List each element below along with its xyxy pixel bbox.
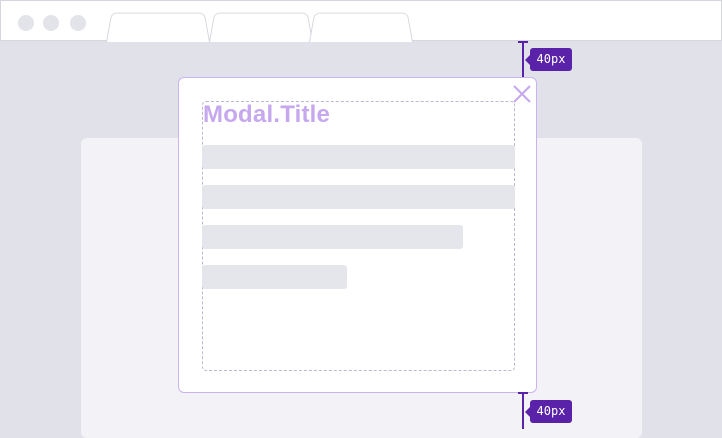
browser-tab-1[interactable] (106, 12, 210, 42)
window-close-dot-icon[interactable] (18, 15, 34, 31)
skeleton-text-line (202, 185, 515, 209)
window-minimize-dot-icon[interactable] (43, 15, 59, 31)
browser-tab-2[interactable] (209, 12, 313, 42)
close-icon[interactable] (511, 83, 533, 105)
window-maximize-dot-icon[interactable] (70, 15, 86, 31)
bottom-spacing-badge: 40px (525, 400, 572, 423)
bottom-spacing-marker (522, 393, 524, 429)
skeleton-text-line (202, 145, 515, 169)
modal-dialog: Modal.Title (178, 77, 537, 393)
skeleton-text-line (202, 265, 347, 289)
modal-title: Modal.Title (203, 101, 331, 128)
top-spacing-badge: 40px (525, 48, 572, 71)
top-spacing-marker (522, 41, 524, 77)
skeleton-text-line (202, 225, 463, 249)
browser-tab-3[interactable] (309, 12, 413, 42)
browser-toolbar (0, 0, 722, 42)
